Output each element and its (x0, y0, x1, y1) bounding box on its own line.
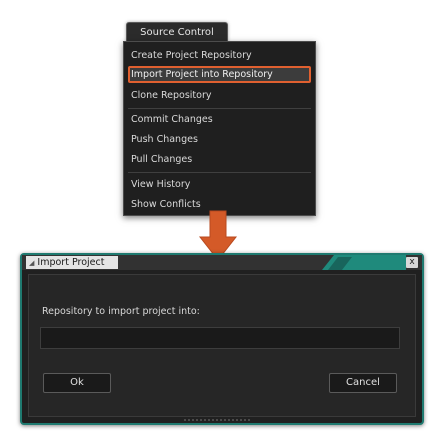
resize-grip[interactable] (184, 418, 250, 422)
ok-button[interactable]: Ok (43, 373, 111, 393)
repository-input[interactable] (40, 327, 400, 349)
title-accent-stripe (322, 255, 406, 270)
collapse-triangle-icon[interactable]: ◢ (29, 259, 34, 267)
dialog-body: Repository to import project into: Ok Ca… (28, 274, 416, 417)
cancel-button[interactable]: Cancel (329, 373, 397, 393)
repository-prompt-label: Repository to import project into: (42, 306, 200, 317)
dialog-titlebar[interactable]: ◢ Import Project x (22, 255, 422, 270)
import-project-dialog: ◢ Import Project x Repository to import p… (20, 253, 424, 425)
dialog-title: Import Project (37, 257, 105, 268)
dialog-title-tab[interactable]: ◢ Import Project (26, 256, 118, 269)
close-icon[interactable]: x (406, 257, 418, 268)
